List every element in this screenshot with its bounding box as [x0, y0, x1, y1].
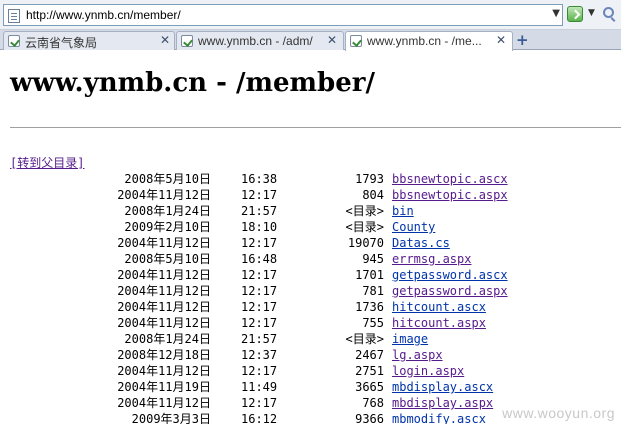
entry-time: 16:12 — [241, 412, 278, 424]
entry-size: <目录> — [345, 332, 384, 346]
entry-link[interactable]: hitcount.ascx — [392, 299, 486, 315]
entry-time: 21:57 — [241, 332, 278, 346]
url-dropdown-icon[interactable]: ▼ — [552, 8, 560, 19]
entry-time: 12:17 — [241, 236, 278, 250]
entry-link[interactable]: bbsnewtopic.ascx — [392, 171, 508, 187]
address-bar: http://www.ynmb.cn/member/ ▼ ▼ — [0, 0, 621, 30]
entry-date: 2004年11月12日 — [117, 284, 211, 298]
entry-link[interactable]: bin — [392, 203, 414, 219]
entry-date: 2008年5月10日 — [124, 172, 211, 186]
entry-time: 12:17 — [241, 316, 278, 330]
entry-date: 2008年5月10日 — [124, 252, 211, 266]
entry-link[interactable]: mbdisplay.ascx — [392, 379, 493, 395]
entry-size: 9366 — [355, 412, 384, 424]
entry-size: 3665 — [355, 380, 384, 394]
entry-date: 2004年11月12日 — [117, 316, 211, 330]
entry-date: 2004年11月12日 — [117, 236, 211, 250]
close-icon[interactable]: ✕ — [327, 33, 337, 47]
tab-label: www.ynmb.cn - /adm/ — [198, 34, 313, 48]
entry-date: 2004年11月12日 — [117, 300, 211, 314]
watermark: www.wooyun.org — [502, 405, 615, 421]
entry-link[interactable]: Datas.cs — [392, 235, 450, 251]
entry-link[interactable]: mbdisplay.aspx — [392, 395, 493, 411]
tab-bar: 云南省气象局 ✕ www.ynmb.cn - /adm/ ✕ www.ynmb.… — [0, 30, 621, 51]
entry-link[interactable]: getpassword.ascx — [392, 267, 508, 283]
url-text[interactable]: http://www.ynmb.cn/member/ — [26, 8, 181, 22]
url-field[interactable]: http://www.ynmb.cn/member/ ▼ — [3, 4, 563, 26]
entry-date: 2008年12月18日 — [117, 348, 211, 362]
new-tab-icon[interactable]: + — [516, 31, 529, 49]
entry-time: 12:37 — [241, 348, 278, 362]
entry-size: 755 — [362, 316, 384, 330]
tab-label: 云南省气象局 — [25, 36, 98, 50]
entry-link[interactable]: lg.aspx — [392, 347, 443, 363]
page-icon — [8, 9, 20, 23]
tab-member[interactable]: www.ynmb.cn - /me... ✕ — [345, 31, 513, 51]
entry-time: 16:38 — [241, 172, 278, 186]
entry-date: 2004年11月12日 — [117, 364, 211, 378]
entry-link[interactable]: login.aspx — [392, 363, 464, 379]
entry-size: 1793 — [355, 172, 384, 186]
entry-date: 2009年3月3日 — [131, 412, 211, 424]
entry-link[interactable]: bbsnewtopic.aspx — [392, 187, 508, 203]
entry-size: 804 — [362, 188, 384, 202]
tab-favicon-icon — [8, 35, 20, 47]
entry-time: 12:17 — [241, 268, 278, 282]
entry-date: 2004年11月12日 — [117, 268, 211, 282]
parent-directory-link[interactable]: [转到父目录] — [10, 154, 84, 171]
entry-date: 2004年11月12日 — [117, 188, 211, 202]
entry-time: 11:49 — [241, 380, 278, 394]
entry-size: 19070 — [347, 236, 384, 250]
go-icon[interactable] — [567, 6, 583, 22]
entry-time: 12:17 — [241, 284, 278, 298]
entry-size: <目录> — [345, 220, 384, 234]
entry-link[interactable]: errmsg.aspx — [392, 251, 471, 267]
entry-link[interactable]: hitcount.aspx — [392, 315, 486, 331]
entry-link[interactable]: getpassword.aspx — [392, 283, 508, 299]
go-dropdown-icon[interactable]: ▼ — [588, 8, 595, 18]
search-icon[interactable] — [603, 7, 614, 18]
tab-yunnan-weather[interactable]: 云南省气象局 ✕ — [3, 31, 175, 50]
entry-time: 12:17 — [241, 364, 278, 378]
entry-size: 2467 — [355, 348, 384, 362]
entry-date: 2004年11月19日 — [117, 380, 211, 394]
tab-label: www.ynmb.cn - /me... — [367, 34, 482, 48]
entry-time: 16:48 — [241, 252, 278, 266]
entry-link[interactable]: County — [392, 219, 435, 235]
entry-size: 781 — [362, 284, 384, 298]
entry-time: 12:17 — [241, 396, 278, 410]
entry-time: 21:57 — [241, 204, 278, 218]
entry-date: 2008年1月24日 — [124, 332, 211, 346]
entry-time: 18:10 — [241, 220, 278, 234]
page-content: www.ynmb.cn - /member/ [转到父目录] 2008年5月10… — [0, 51, 621, 424]
entry-size: 2751 — [355, 364, 384, 378]
entry-time: 12:17 — [241, 188, 278, 202]
entry-size: 1736 — [355, 300, 384, 314]
divider — [10, 127, 621, 128]
tab-favicon-icon — [350, 35, 362, 47]
entry-link[interactable]: image — [392, 331, 428, 347]
entry-time: 12:17 — [241, 300, 278, 314]
entry-size: 945 — [362, 252, 384, 266]
close-icon[interactable]: ✕ — [160, 33, 170, 47]
entry-date: 2008年1月24日 — [124, 204, 211, 218]
entry-size: <目录> — [345, 204, 384, 218]
entry-size: 768 — [362, 396, 384, 410]
entry-size: 1701 — [355, 268, 384, 282]
entry-date: 2004年11月12日 — [117, 396, 211, 410]
entry-link[interactable]: mbmodify.ascx — [392, 411, 486, 424]
entry-date: 2009年2月10日 — [124, 220, 211, 234]
tab-adm[interactable]: www.ynmb.cn - /adm/ ✕ — [176, 31, 344, 50]
tab-favicon-icon — [181, 35, 193, 47]
page-title: www.ynmb.cn - /member/ — [10, 68, 375, 98]
close-icon[interactable]: ✕ — [496, 33, 506, 47]
